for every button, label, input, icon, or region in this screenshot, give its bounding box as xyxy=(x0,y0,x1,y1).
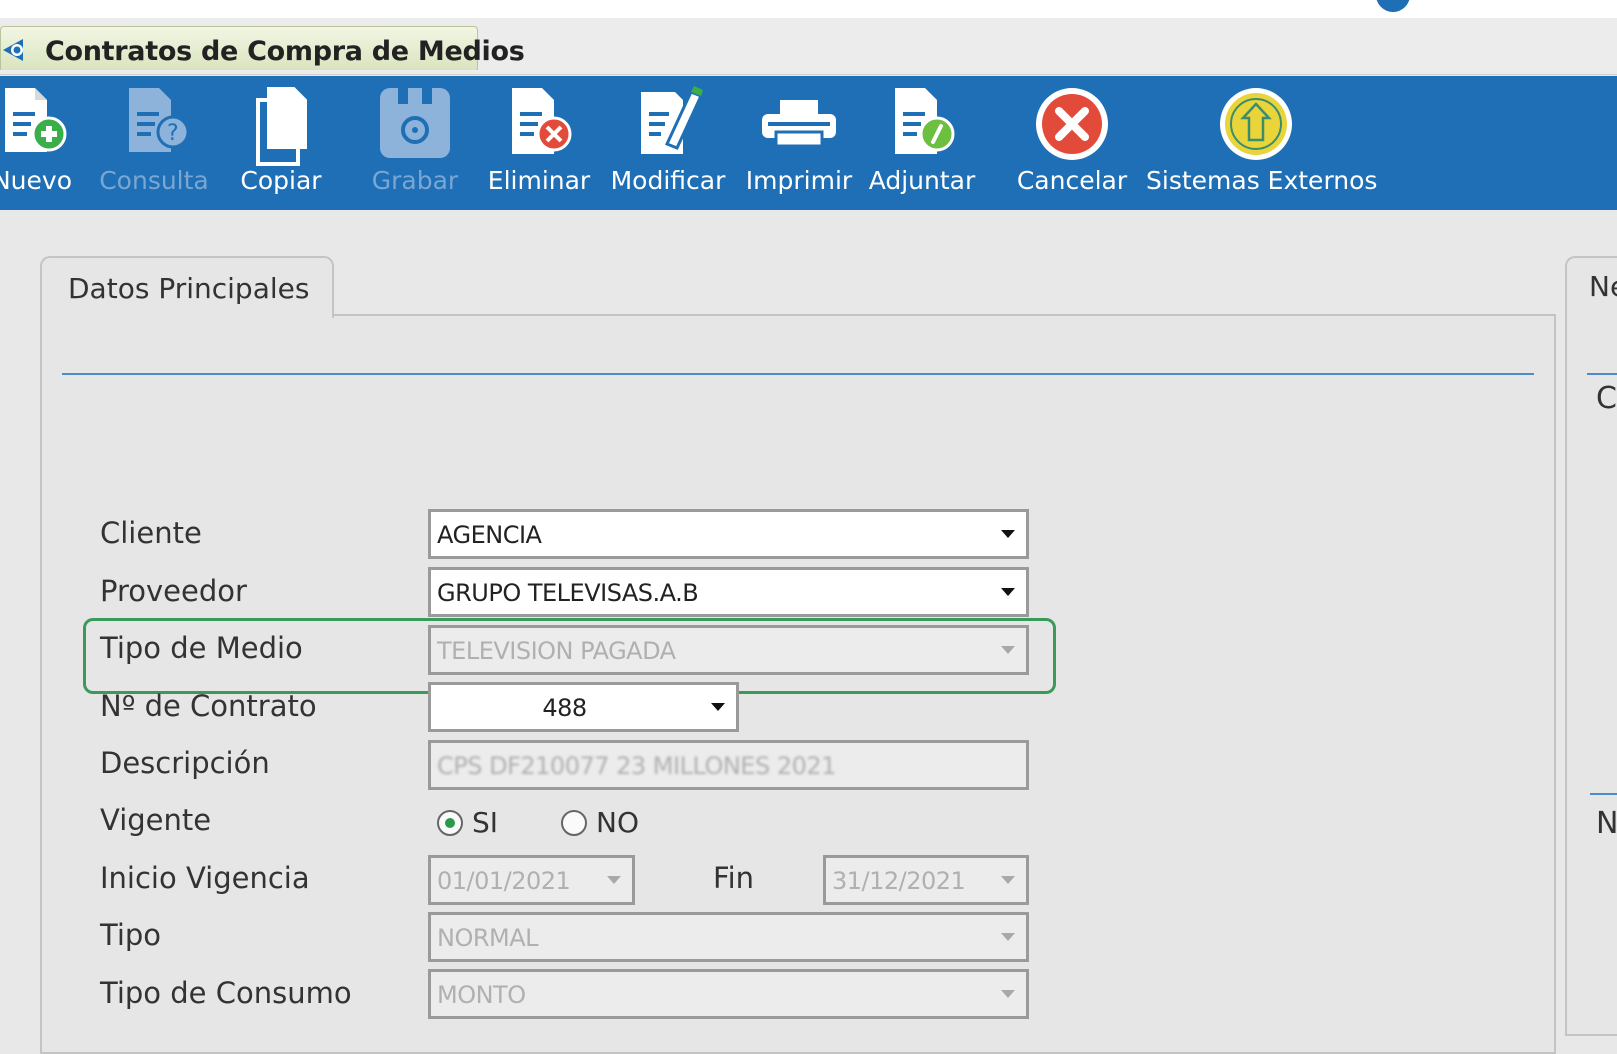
attach-button[interactable]: Adjuntar xyxy=(864,76,980,210)
chevron-down-icon[interactable] xyxy=(988,628,1026,672)
copy-button[interactable]: Copiar xyxy=(226,76,336,210)
chevron-down-icon[interactable] xyxy=(698,685,736,729)
secondary-section-label: C xyxy=(1596,381,1617,416)
num-contrato-label: Nº de Contrato xyxy=(100,689,317,723)
delete-button[interactable]: Eliminar xyxy=(484,76,594,210)
inicio-vigencia-value: 01/01/2021 xyxy=(437,867,571,895)
tipo-value: NORMAL xyxy=(437,924,539,952)
window-tab-title: Contratos de Compra de Medios xyxy=(45,36,525,67)
query-button-label: Consulta xyxy=(99,166,209,195)
modify-button-label: Modificar xyxy=(610,166,726,195)
descripcion-value: CPS DF210077 23 MILLONES 2021 xyxy=(437,752,836,780)
save-button-label: Grabar xyxy=(371,166,459,195)
attach-document-icon xyxy=(895,88,955,154)
cancel-button[interactable]: Cancelar xyxy=(1012,76,1132,210)
cancel-button-label: Cancelar xyxy=(1016,166,1128,195)
chevron-down-icon[interactable] xyxy=(988,858,1026,902)
main-toolbar: Nuevo ? Consulta Copiar Grabar Eliminar … xyxy=(0,76,1617,210)
inicio-vigencia-date[interactable]: 01/01/2021 xyxy=(428,855,635,905)
num-contrato-value: 488 xyxy=(542,694,587,722)
new-button-label: Nuevo xyxy=(0,166,73,195)
proveedor-value: GRUPO TELEVISAS.A.B xyxy=(437,579,699,607)
tipo-label: Tipo xyxy=(100,918,162,952)
cancel-icon xyxy=(1036,88,1108,160)
chevron-down-icon[interactable] xyxy=(988,512,1026,556)
num-contrato-select[interactable]: 488 xyxy=(428,682,739,732)
vigente-no-label: NO xyxy=(596,806,639,839)
secondary-divider xyxy=(1587,373,1617,375)
tipo-medio-label: Tipo de Medio xyxy=(100,631,303,665)
print-button[interactable]: Imprimir xyxy=(738,76,860,210)
query-button[interactable]: ? Consulta xyxy=(98,76,210,210)
tipo-medio-value: TELEVISION PAGADA xyxy=(437,637,676,665)
descripcion-field[interactable]: CPS DF210077 23 MILLONES 2021 xyxy=(428,740,1029,790)
new-document-icon xyxy=(5,88,67,152)
chevron-down-icon[interactable] xyxy=(988,972,1026,1016)
external-systems-button-label: Sistemas Externos xyxy=(1146,166,1378,195)
tipo-consumo-value: MONTO xyxy=(437,981,526,1009)
external-systems-button[interactable]: Sistemas Externos xyxy=(1146,76,1378,210)
delete-document-icon xyxy=(512,88,572,154)
tipo-consumo-select[interactable]: MONTO xyxy=(428,969,1029,1019)
section-divider xyxy=(62,373,1534,375)
cliente-select[interactable]: AGENCIA xyxy=(428,509,1029,559)
delete-button-label: Eliminar xyxy=(487,166,591,195)
tipo-select[interactable]: NORMAL xyxy=(428,912,1029,962)
fin-label: Fin xyxy=(713,861,755,895)
svg-text:?: ? xyxy=(167,121,179,146)
vigente-si-radio[interactable] xyxy=(437,810,463,836)
fin-date[interactable]: 31/12/2021 xyxy=(823,855,1029,905)
secondary-tab-label[interactable]: Ne xyxy=(1589,270,1617,303)
edit-document-icon xyxy=(641,86,704,154)
top-strip xyxy=(0,0,1617,18)
tab-datos-principales[interactable]: Datos Principales xyxy=(40,256,334,318)
proveedor-label: Proveedor xyxy=(100,574,247,608)
chevron-down-icon[interactable] xyxy=(988,570,1026,614)
tab-datos-principales-label: Datos Principales xyxy=(68,272,310,305)
tipo-medio-select[interactable]: TELEVISION PAGADA xyxy=(428,625,1029,675)
secondary-divider-2 xyxy=(1590,793,1617,795)
inicio-vigencia-label: Inicio Vigencia xyxy=(100,861,310,895)
app-window-icon xyxy=(3,39,23,61)
copy-icon xyxy=(256,87,307,166)
proveedor-select[interactable]: GRUPO TELEVISAS.A.B xyxy=(428,567,1029,617)
print-button-label: Imprimir xyxy=(745,166,853,195)
chevron-down-icon[interactable] xyxy=(988,915,1026,959)
copy-button-label: Copiar xyxy=(240,166,322,195)
cliente-label: Cliente xyxy=(100,516,202,550)
tipo-consumo-label: Tipo de Consumo xyxy=(100,976,352,1010)
vigente-si-label: SI xyxy=(472,806,499,839)
save-button[interactable]: Grabar xyxy=(360,76,470,210)
printer-icon xyxy=(762,100,836,148)
descripcion-label: Descripción xyxy=(100,746,270,780)
modify-button[interactable]: Modificar xyxy=(606,76,730,210)
chevron-down-icon[interactable] xyxy=(594,858,632,902)
attach-button-label: Adjuntar xyxy=(868,166,976,195)
window-tab[interactable]: Contratos de Compra de Medios xyxy=(0,26,525,70)
external-systems-icon xyxy=(1220,88,1292,160)
vigente-label: Vigente xyxy=(100,803,212,837)
fin-value: 31/12/2021 xyxy=(832,867,966,895)
cliente-value: AGENCIA xyxy=(437,521,542,549)
query-document-icon: ? xyxy=(129,88,190,152)
save-disk-icon xyxy=(380,88,450,158)
secondary-section-label-2: N xyxy=(1596,806,1617,841)
vigente-no-radio[interactable] xyxy=(561,810,587,836)
new-button[interactable]: Nuevo xyxy=(0,76,94,210)
